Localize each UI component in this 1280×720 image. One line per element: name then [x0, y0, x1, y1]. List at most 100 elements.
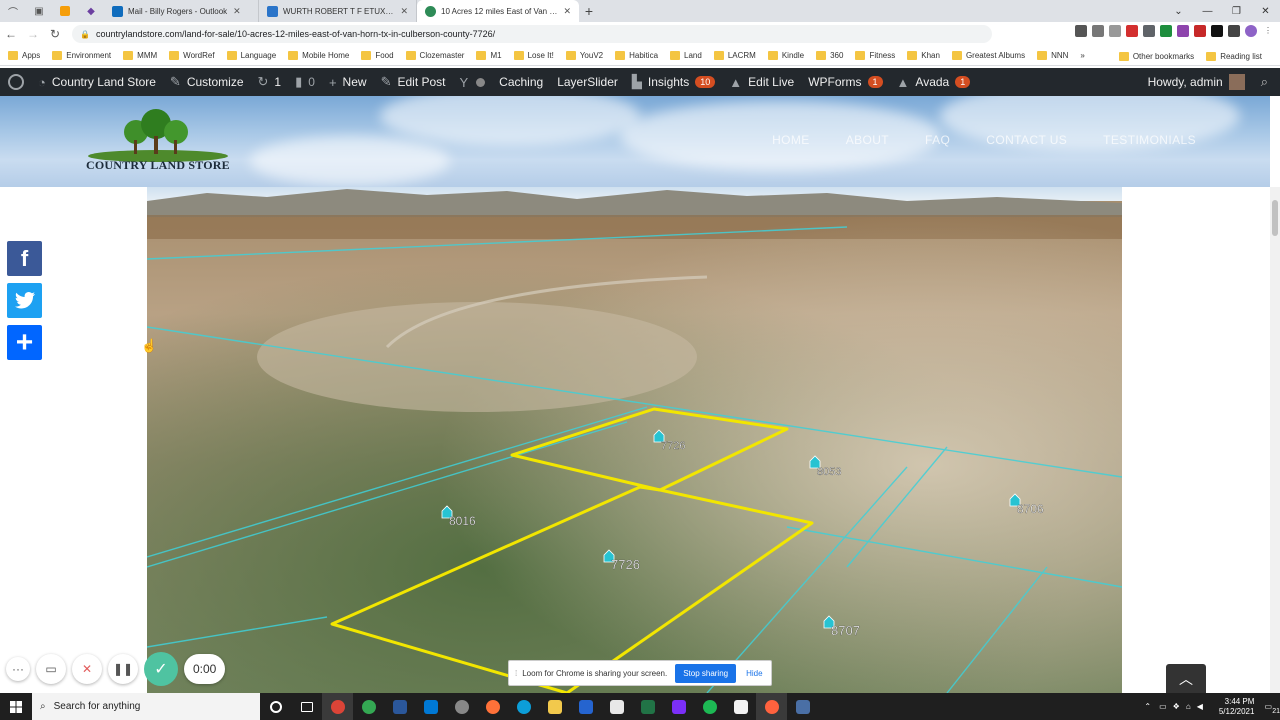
tab-pinned-3[interactable]	[52, 0, 78, 22]
notepad-icon[interactable]	[601, 693, 632, 720]
system-clock[interactable]: 3:44 PM 5/12/2021	[1219, 697, 1255, 717]
cortana-icon[interactable]	[260, 693, 291, 720]
ext-p-icon[interactable]	[1211, 25, 1223, 37]
zoom-icon[interactable]	[1092, 25, 1104, 37]
maps-app-icon[interactable]	[353, 693, 384, 720]
bookmark-item[interactable]: Language	[226, 51, 276, 60]
chevron-up-icon[interactable]: ⌃	[1144, 702, 1151, 711]
restore-icon[interactable]: ❐	[1222, 6, 1251, 17]
share-more-button[interactable]: +	[7, 325, 42, 360]
minimize-icon[interactable]: —	[1193, 6, 1222, 17]
bookmark-item[interactable]: Kindle	[767, 51, 804, 60]
loom-cancel-icon[interactable]: ✕	[72, 654, 102, 684]
wp-site-name[interactable]: ◔ Country Land Store	[38, 75, 156, 90]
app-k-icon[interactable]	[725, 693, 756, 720]
bookmark-item[interactable]: Environment	[52, 51, 111, 60]
puzzle-icon[interactable]	[1228, 25, 1240, 37]
edge-icon[interactable]	[508, 693, 539, 720]
wp-caching[interactable]: Caching	[499, 75, 543, 89]
bookmark-item[interactable]: Lose It!	[513, 51, 554, 60]
bookmark-item[interactable]: MMM	[123, 51, 157, 60]
wp-customize[interactable]: ✎ Customize	[170, 74, 244, 90]
close-window-icon[interactable]: ✕	[1251, 6, 1280, 17]
close-icon[interactable]: ✕	[400, 6, 408, 17]
bookmark-item[interactable]: Greatest Albums	[951, 51, 1025, 60]
close-icon[interactable]: ✕	[563, 6, 571, 17]
star-icon[interactable]	[1109, 25, 1121, 37]
bookmark-item[interactable]: 360	[816, 51, 843, 60]
wp-edit-post[interactable]: ✎ Edit Post	[381, 74, 446, 90]
profile-avatar-icon[interactable]	[1245, 25, 1257, 37]
tab-wurth[interactable]: WURTH ROBERT T F ETUX 10 Acr ✕	[259, 0, 417, 22]
reading-list[interactable]: Reading list	[1206, 51, 1262, 61]
bookmark-item[interactable]: Apps	[8, 51, 40, 60]
url-input[interactable]: 🔒 countrylandstore.com/land-for-sale/10-…	[72, 25, 992, 43]
wp-layerslider[interactable]: LayerSlider	[557, 75, 618, 89]
tab-pinned-1[interactable]: ⌒	[0, 0, 26, 22]
ext-shield-icon[interactable]	[1143, 25, 1155, 37]
task-view-icon[interactable]	[291, 693, 322, 720]
ext-lastpass-icon[interactable]	[1194, 25, 1206, 37]
bookmark-item[interactable]: M1	[476, 51, 502, 60]
wp-wpforms[interactable]: WPForms 1	[808, 75, 883, 89]
close-icon[interactable]: ✕	[233, 6, 241, 17]
bookmark-item[interactable]: Food	[361, 51, 394, 60]
notification-icon[interactable]: ▭ 21	[1264, 702, 1280, 715]
wp-avada[interactable]: ▲ Avada 1	[897, 75, 971, 90]
wp-insights[interactable]: ▙ Insights 10	[632, 74, 716, 90]
bookmark-item[interactable]: Mobile Home	[288, 51, 349, 60]
nav-faq[interactable]: FAQ	[925, 133, 950, 147]
wp-updates[interactable]: ↻ 1	[258, 74, 282, 90]
back-icon[interactable]: ←	[0, 27, 22, 41]
display-icon[interactable]: ▭	[1159, 702, 1167, 711]
loom-camera-off-icon[interactable]: ▭	[36, 654, 66, 684]
loom-more-icon[interactable]: ···	[6, 657, 30, 681]
music-app-icon[interactable]	[663, 693, 694, 720]
wp-edit-live[interactable]: ▲ Edit Live	[729, 75, 794, 90]
bookmark-item[interactable]: Fitness	[855, 51, 895, 60]
camera-icon[interactable]	[1075, 25, 1087, 37]
chrome-taskbar-icon[interactable]	[322, 693, 353, 720]
tab-pinned-4[interactable]: ◆	[78, 0, 104, 22]
calculator-icon[interactable]	[787, 693, 818, 720]
bookmark-item[interactable]: WordRef	[169, 51, 215, 60]
menu-dots-icon[interactable]: ⋮	[1262, 25, 1274, 37]
todo-icon[interactable]	[570, 693, 601, 720]
page-scrollbar[interactable]	[1270, 187, 1280, 693]
facebook-share-button[interactable]: f	[7, 241, 42, 276]
network-icon[interactable]: ⌂	[1186, 702, 1191, 711]
taskbar-search-input[interactable]: ⌕ Search for anything	[32, 693, 260, 720]
wp-account[interactable]: Howdy, admin ⌕	[1148, 68, 1268, 96]
twitter-share-button[interactable]	[7, 283, 42, 318]
loom-taskbar-icon[interactable]	[756, 693, 787, 720]
wp-new[interactable]: + New	[329, 75, 367, 90]
nav-contact[interactable]: CONTACT US	[986, 133, 1067, 147]
wordpress-logo-icon[interactable]	[8, 74, 24, 90]
loom-pause-icon[interactable]: ❚❚	[108, 654, 138, 684]
tab-active-listing[interactable]: 10 Acres 12 miles East of Van Ho ✕	[417, 0, 579, 22]
tab-search-icon[interactable]: ⌄	[1164, 6, 1193, 17]
volume-icon[interactable]: ◀	[1197, 702, 1203, 711]
dropbox-icon[interactable]: ❖	[1173, 702, 1180, 711]
bookmark-item[interactable]: Land	[670, 51, 702, 60]
hide-button[interactable]: Hide	[746, 669, 762, 678]
other-bookmarks[interactable]: Other bookmarks	[1118, 51, 1194, 61]
drag-handle-icon[interactable]: ⁞	[515, 669, 517, 678]
new-tab-button[interactable]: +	[579, 0, 599, 22]
search-icon[interactable]: ⌕	[1261, 74, 1268, 90]
scroll-to-top-button[interactable]: ︿	[1166, 664, 1206, 693]
bookmark-item[interactable]: YouV2	[565, 51, 603, 60]
bookmark-item[interactable]: NNN	[1037, 51, 1068, 60]
bookmark-item[interactable]: LACRM	[713, 51, 756, 60]
tab-pinned-2[interactable]: ▣	[26, 0, 52, 22]
word-icon[interactable]	[384, 693, 415, 720]
nav-about[interactable]: ABOUT	[846, 133, 889, 147]
yoast-icon[interactable]: Y	[460, 75, 475, 90]
excel-icon[interactable]	[632, 693, 663, 720]
nav-home[interactable]: HOME	[772, 133, 810, 147]
loom-finish-button[interactable]: ✓	[144, 652, 178, 686]
firefox-icon[interactable]	[477, 693, 508, 720]
outlook-icon[interactable]	[415, 693, 446, 720]
ext-green-icon[interactable]	[1160, 25, 1172, 37]
bookmark-item[interactable]: Habitica	[615, 51, 658, 60]
